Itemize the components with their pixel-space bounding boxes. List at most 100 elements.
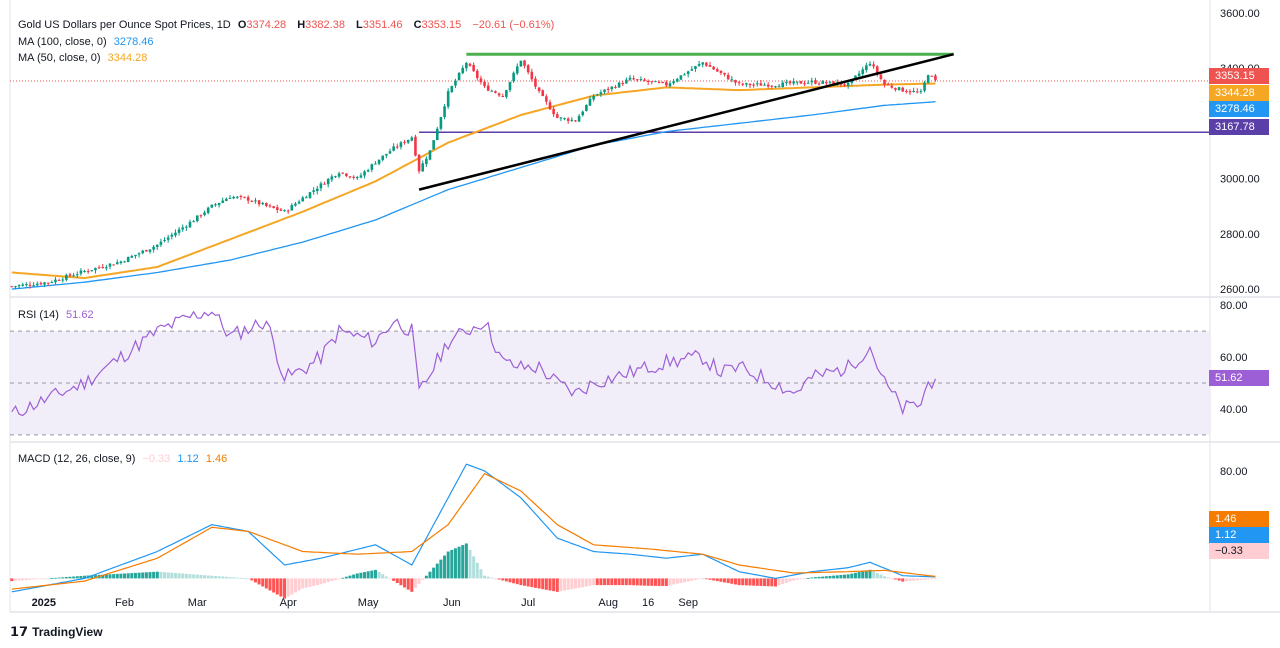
candle-body — [737, 82, 741, 84]
macd-histogram-bar — [573, 578, 577, 589]
macd-histogram-bar — [235, 577, 239, 579]
macd-histogram-bar — [781, 578, 785, 585]
macd-histogram-bar — [308, 578, 312, 587]
candle-body — [235, 196, 239, 198]
ma50-value: 3344.28 — [107, 52, 148, 64]
candle-body — [592, 95, 595, 100]
candle-body — [512, 72, 515, 82]
macd-histogram-bar — [624, 578, 628, 586]
price-tick-label: 3600.00 — [1220, 8, 1260, 20]
candle-body — [177, 229, 181, 233]
macd-histogram-bar — [679, 578, 683, 583]
candle-body — [206, 207, 210, 214]
candle-body — [341, 172, 345, 174]
candle-body — [821, 81, 825, 84]
ma100-price-tag: 3278.46 — [1209, 101, 1269, 117]
candle-body — [483, 81, 486, 87]
macd-histogram-bar — [901, 578, 905, 582]
candle-body — [334, 176, 337, 178]
macd-histogram-bar — [406, 578, 410, 590]
candle-body — [799, 81, 803, 84]
macd-histogram-bar — [628, 578, 632, 586]
macd-histogram-bar — [359, 572, 363, 579]
macd-histogram-bar — [490, 577, 494, 579]
macd-histogram-bar — [581, 578, 585, 588]
chart-svg: 2600.002800.003000.003200.003400.003600.… — [0, 0, 1280, 613]
price-tick-label: 3000.00 — [1220, 174, 1260, 186]
macd-histogram-bar — [635, 578, 639, 586]
candle-body — [828, 81, 832, 83]
candle-body — [519, 60, 523, 67]
candle-body — [825, 81, 828, 84]
macd-histogram-bar — [72, 576, 76, 579]
candle-body — [370, 164, 374, 170]
macd-histogram-bar — [908, 578, 912, 581]
macd-histogram-bar — [312, 578, 316, 586]
macd-histogram-bar — [850, 573, 854, 579]
macd-histogram-bar — [519, 578, 523, 586]
macd-histogram-bar — [261, 578, 265, 587]
candle-body — [275, 207, 279, 210]
candle-body — [399, 142, 403, 147]
macd-histogram-bar — [853, 572, 857, 579]
macd-histogram-bar — [701, 578, 705, 580]
candle-body — [570, 119, 574, 121]
candle-body — [537, 87, 541, 92]
ma100-legend: MA (100, close, 0) 3278.46 — [18, 35, 157, 49]
candle-body — [781, 82, 785, 87]
candle-body — [923, 82, 926, 91]
candle-body — [650, 81, 654, 83]
macd-histogram-bar — [755, 578, 759, 586]
candle-body — [857, 73, 861, 77]
candle-body — [915, 91, 919, 93]
macd-histogram-bar — [344, 576, 348, 579]
candle-body — [577, 115, 581, 122]
macd-histogram-bar — [613, 578, 617, 586]
candle-body — [261, 203, 265, 205]
candle-body — [806, 82, 810, 84]
candle-body — [105, 267, 108, 269]
macd-histogram-bar — [450, 549, 454, 579]
candle-body — [883, 79, 886, 85]
macd-histogram-bar — [730, 578, 734, 584]
macd-histogram-bar — [864, 570, 868, 579]
macd-histogram-bar — [79, 575, 83, 579]
candle-body — [28, 284, 32, 286]
rsi-label: RSI (14) — [18, 309, 59, 321]
candle-body — [701, 62, 705, 65]
macd-histogram-bar — [290, 578, 294, 595]
macd-histogram-bar — [115, 573, 119, 579]
candle-body — [530, 71, 534, 80]
macd-histogram-bar — [817, 576, 821, 579]
macd-histogram-bar — [64, 577, 68, 579]
candle-body — [446, 91, 450, 107]
macd-histogram-bar — [588, 578, 592, 586]
candle-body — [97, 267, 101, 269]
macd-histogram-bar — [301, 578, 305, 589]
candle-body — [897, 87, 901, 91]
macd-histogram-bar — [566, 578, 570, 590]
candle-body — [657, 81, 661, 83]
macd-histogram-bar — [526, 578, 530, 587]
macd-histogram-bar — [446, 551, 450, 579]
candle-body — [599, 92, 603, 95]
macd-histogram-bar — [486, 576, 490, 579]
candle-body — [432, 140, 435, 150]
macd-histogram-bar — [352, 574, 356, 579]
macd-histogram-bar — [173, 573, 177, 579]
candle-body — [617, 82, 621, 88]
candle-body — [294, 203, 297, 206]
macd-histogram-bar — [686, 578, 690, 582]
macd-histogram-bar — [155, 571, 159, 579]
macd-histogram-bar — [621, 578, 625, 586]
candle-body — [585, 105, 588, 112]
candle-body — [905, 91, 908, 93]
candle-body — [865, 65, 868, 71]
candle-body — [203, 212, 206, 216]
candle-body — [912, 90, 915, 92]
macd-histogram-bar — [584, 578, 588, 587]
macd-histogram-bar — [690, 578, 694, 581]
macd-histogram-bar — [213, 575, 217, 579]
candle-body — [559, 117, 563, 119]
macd-histogram-bar — [657, 578, 661, 586]
